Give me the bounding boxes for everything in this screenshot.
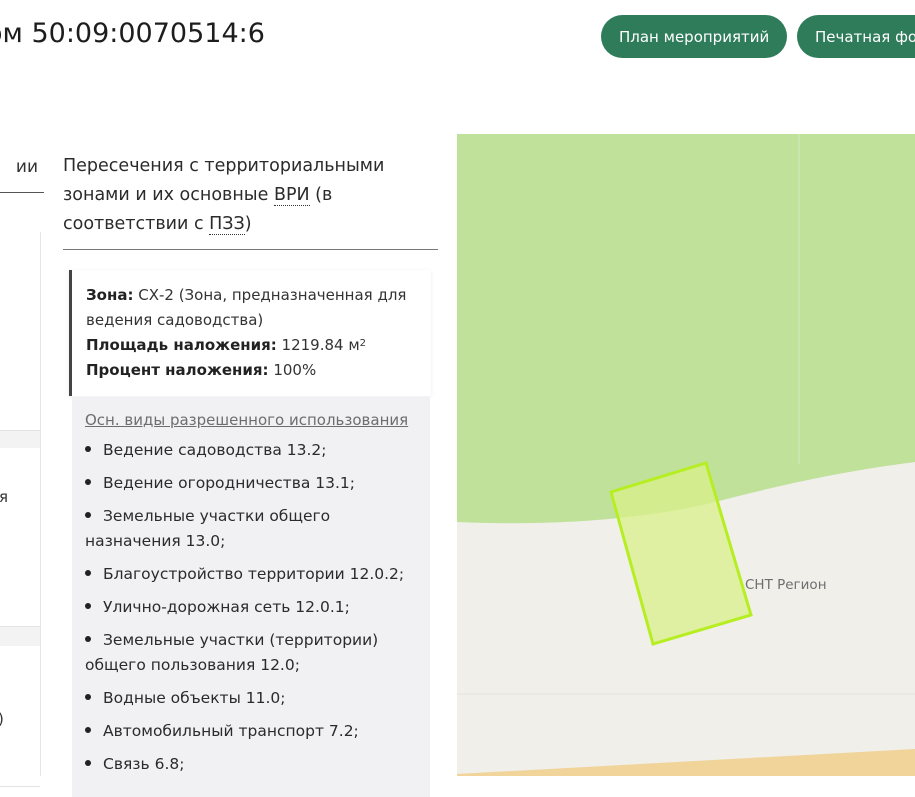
left-strip-segment <box>0 646 40 787</box>
list-item-text: Земельные участки общего назначения 13.0… <box>85 507 331 550</box>
action-plan-button[interactable]: План мероприятий <box>601 15 787 58</box>
bullet-icon <box>85 760 91 766</box>
left-strip-segment <box>0 448 40 627</box>
list-item-text: Благоустройство территории 12.0.2; <box>103 565 405 583</box>
bullet-icon <box>85 727 91 733</box>
list-item-text: Улично-дорожная сеть 12.0.1; <box>103 598 350 616</box>
zone-card: Зона: СХ-2 (Зона, предназначенная для ве… <box>69 270 431 396</box>
bullet-icon <box>85 479 91 485</box>
list-item-text: Земельные участки (территории) общего по… <box>85 631 379 674</box>
area-line: Площадь наложения: 1219.84 м2 <box>86 333 431 358</box>
bullet-icon <box>85 512 91 518</box>
bullet-icon <box>85 636 91 642</box>
zone-line: Зона: СХ-2 (Зона, предназначенная для ве… <box>86 283 431 333</box>
list-item: Водные объекты 11.0; <box>85 686 430 711</box>
list-item: Улично-дорожная сеть 12.0.1; <box>85 595 430 620</box>
left-strip-text: ) <box>0 710 4 728</box>
list-item: Связь 6.8; <box>85 752 430 777</box>
list-item-text: Автомобильный транспорт 7.2; <box>103 722 359 740</box>
vri-list: Ведение садоводства 13.2; Ведение огород… <box>85 438 430 777</box>
list-item-text: Связь 6.8; <box>103 755 185 773</box>
heading-text: ) <box>244 214 252 234</box>
print-form-button[interactable]: Печатная фо <box>797 15 915 58</box>
intersections-heading: Пересечения с территориальными зонами и … <box>63 152 438 250</box>
left-strip-text: я <box>0 488 9 506</box>
list-item: Ведение огородничества 13.1; <box>85 471 430 496</box>
percent-value: 100% <box>268 361 317 379</box>
area-unit-superscript: 2 <box>359 338 367 349</box>
vri-abbreviation[interactable]: ВРИ <box>273 185 310 206</box>
left-panel-strip: я ) <box>0 232 41 787</box>
map-canvas[interactable] <box>457 134 915 776</box>
zone-label: Зона: <box>86 286 134 304</box>
list-item-text: Ведение огородничества 13.1; <box>103 474 355 492</box>
left-strip-segment <box>0 232 40 431</box>
list-item: Ведение садоводства 13.2; <box>85 438 430 463</box>
left-panel-tab[interactable]: ии <box>0 155 44 193</box>
percent-label: Процент наложения: <box>86 361 269 379</box>
zone-value: СХ-2 (Зона, предназначенная для ведения … <box>86 286 407 329</box>
percent-line: Процент наложения: 100% <box>86 358 431 383</box>
map-view[interactable]: СНТ Регион <box>457 134 915 776</box>
pzz-abbreviation[interactable]: ПЗЗ <box>209 214 245 235</box>
page-title: ом 50:09:0070514:6 <box>0 18 265 49</box>
area-value: 1219.84 м <box>276 336 360 354</box>
list-item: Земельные участки общего назначения 13.0… <box>85 504 430 554</box>
bullet-icon <box>85 570 91 576</box>
left-panel-tab-label: ии <box>15 157 38 177</box>
area-label: Площадь наложения: <box>86 336 277 354</box>
vri-panel: Осн. виды разрешенного использования Вед… <box>72 397 430 797</box>
bullet-icon <box>85 446 91 452</box>
list-item: Автомобильный транспорт 7.2; <box>85 719 430 744</box>
list-item-text: Водные объекты 11.0; <box>103 689 286 707</box>
map-place-label: СНТ Регион <box>745 577 827 593</box>
vri-title-link[interactable]: Осн. виды разрешенного использования <box>85 411 430 429</box>
list-item-text: Ведение садоводства 13.2; <box>103 441 327 459</box>
list-item: Земельные участки (территории) общего по… <box>85 628 430 678</box>
bullet-icon <box>85 694 91 700</box>
bullet-icon <box>85 603 91 609</box>
heading-text: Пересечения с территориальными зонами и … <box>63 156 385 205</box>
list-item: Благоустройство территории 12.0.2; <box>85 562 430 587</box>
zone-polygon[interactable] <box>457 134 915 524</box>
